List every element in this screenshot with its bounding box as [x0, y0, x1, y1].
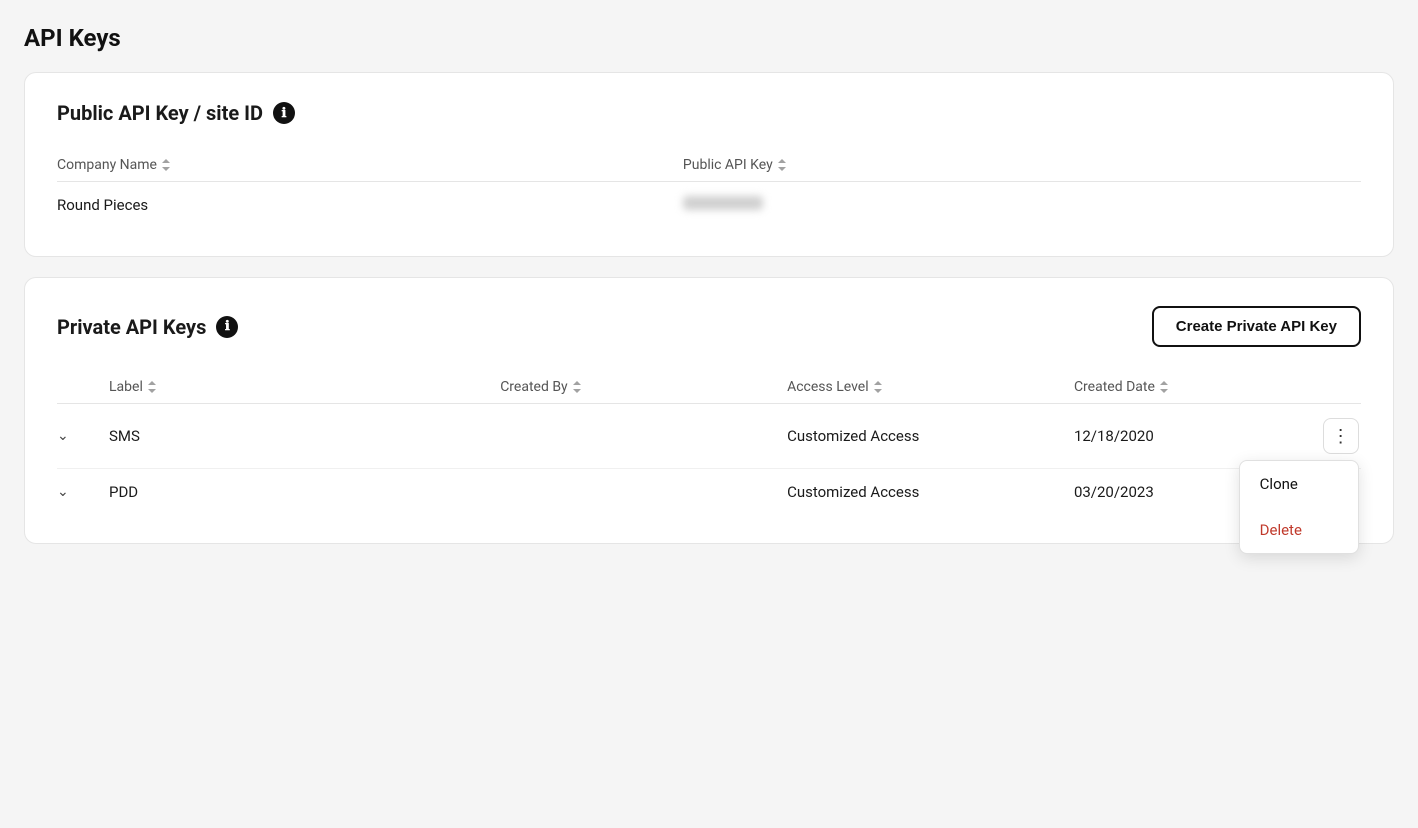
context-menu-sms: Clone Delete: [1239, 460, 1359, 554]
public-row-company-name: Round Pieces: [57, 196, 683, 214]
private-card-header: Private API Keys ℹ Create Private API Ke…: [57, 306, 1361, 347]
public-info-icon[interactable]: ℹ: [273, 102, 295, 124]
private-col-label-header[interactable]: Label: [109, 379, 500, 395]
private-info-icon[interactable]: ℹ: [216, 316, 238, 338]
sort-icon-label: [147, 380, 157, 394]
private-label-header-text: Label: [109, 379, 143, 395]
public-card-header: Public API Key / site ID ℹ: [57, 101, 1361, 125]
row-access-pdd: Customized Access: [787, 483, 1074, 501]
create-private-api-key-button[interactable]: Create Private API Key: [1152, 306, 1361, 347]
three-dot-menu-button-sms[interactable]: ⋮: [1323, 418, 1359, 454]
table-row: ⌄ PDD Customized Access 03/20/2023: [57, 469, 1361, 515]
row-expand-pdd[interactable]: ⌄: [57, 484, 109, 500]
row-date-sms: 12/18/2020: [1074, 427, 1309, 445]
table-row: ⌄ SMS Customized Access 12/18/2020 ⋮ Clo…: [57, 404, 1361, 469]
delete-menu-item[interactable]: Delete: [1240, 507, 1358, 553]
sort-icon-created-by: [572, 380, 582, 394]
public-table-header: Company Name Public API Key: [57, 149, 1361, 182]
private-created-date-header-text: Created Date: [1074, 379, 1155, 395]
row-access-sms: Customized Access: [787, 427, 1074, 445]
private-created-by-header-text: Created By: [500, 379, 567, 395]
row-label-sms: SMS: [109, 427, 500, 445]
api-key-blurred: [683, 196, 763, 210]
public-col-company-name-header[interactable]: Company Name: [57, 157, 683, 173]
public-card-title: Public API Key / site ID: [57, 101, 263, 125]
private-col-created-date-header[interactable]: Created Date: [1074, 379, 1309, 395]
private-table-header: Label Created By Access Level Created Da…: [57, 371, 1361, 404]
private-card-title: Private API Keys: [57, 315, 206, 339]
chevron-down-icon[interactable]: ⌄: [57, 484, 69, 500]
private-access-level-header-text: Access Level: [787, 379, 869, 395]
row-label-pdd: PDD: [109, 483, 500, 501]
sort-icon-api-key: [777, 158, 787, 172]
public-row-api-key: [683, 196, 1361, 214]
public-col-api-key-header[interactable]: Public API Key: [683, 157, 1361, 173]
row-expand-sms[interactable]: ⌄: [57, 428, 109, 444]
public-api-key-label: Public API Key: [683, 157, 773, 173]
private-api-keys-card: Private API Keys ℹ Create Private API Ke…: [24, 277, 1394, 544]
page-title: API Keys: [24, 24, 1394, 52]
row-actions-sms: ⋮ Clone Delete: [1309, 418, 1359, 454]
private-col-access-level-header[interactable]: Access Level: [787, 379, 1074, 395]
public-table-row: Round Pieces: [57, 182, 1361, 228]
clone-menu-item[interactable]: Clone: [1240, 461, 1358, 507]
sort-icon-access-level: [873, 380, 883, 394]
public-company-name-label: Company Name: [57, 157, 157, 173]
sort-icon-created-date: [1159, 380, 1169, 394]
sort-icon-company-name: [161, 158, 171, 172]
private-col-created-by-header[interactable]: Created By: [500, 379, 787, 395]
chevron-down-icon[interactable]: ⌄: [57, 428, 69, 444]
private-card-title-group: Private API Keys ℹ: [57, 315, 238, 339]
public-api-key-card: Public API Key / site ID ℹ Company Name …: [24, 72, 1394, 257]
